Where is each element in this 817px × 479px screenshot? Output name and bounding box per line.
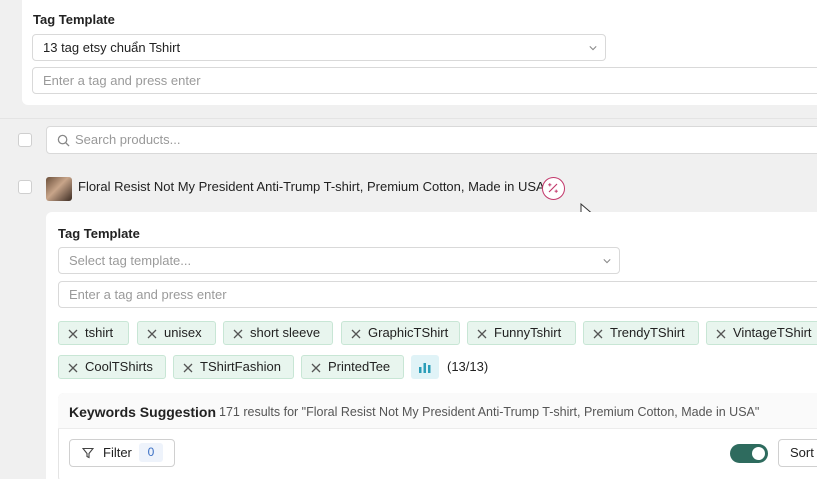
tag-chip[interactable]: PrintedTee [301, 355, 404, 379]
keywords-results-text: 171 results for "Floral Resist Not My Pr… [219, 405, 760, 419]
section-divider [0, 118, 817, 119]
product-checkbox[interactable] [18, 180, 32, 194]
sort-toggle[interactable] [730, 444, 768, 463]
product-tag-template-label: Tag Template [58, 226, 140, 241]
chevron-down-icon [589, 46, 597, 51]
search-input[interactable]: Search products... [46, 126, 817, 154]
toggle-knob [752, 447, 765, 460]
close-icon[interactable] [593, 329, 603, 339]
tag-chip[interactable]: CoolTShirts [58, 355, 166, 379]
close-icon[interactable] [68, 363, 78, 373]
close-icon[interactable] [716, 329, 726, 339]
tag-chip[interactable]: short sleeve [223, 321, 333, 345]
product-tag-input[interactable]: Enter a tag and press enter [58, 281, 817, 308]
close-icon[interactable] [233, 329, 243, 339]
close-icon[interactable] [147, 329, 157, 339]
filter-count-badge: 0 [139, 443, 163, 462]
magic-wand-icon [548, 183, 558, 193]
tag-chip[interactable]: unisex [137, 321, 216, 345]
funnel-icon [82, 447, 94, 459]
chevron-down-icon [603, 259, 611, 264]
tag-chip[interactable]: GraphicTShirt [341, 321, 460, 345]
tag-chip[interactable]: TShirtFashion [173, 355, 294, 379]
tag-stats-button[interactable] [411, 355, 439, 379]
tag-chip[interactable]: FunnyTshirt [467, 321, 576, 345]
close-icon[interactable] [183, 363, 193, 373]
product-tag-template-select[interactable]: Select tag template... [58, 247, 620, 274]
select-all-checkbox[interactable] [18, 133, 32, 147]
top-tag-template-label: Tag Template [33, 12, 115, 27]
top-tag-template-value: 13 tag etsy chuẩn Tshirt [43, 40, 181, 55]
top-tag-template-select[interactable]: 13 tag etsy chuẩn Tshirt [32, 34, 606, 61]
tag-chip[interactable]: TrendyTShirt [583, 321, 699, 345]
magic-wand-button[interactable] [542, 177, 565, 200]
product-thumbnail [46, 177, 72, 201]
top-tag-input[interactable]: Enter a tag and press enter [32, 67, 817, 94]
bar-chart-icon [419, 363, 431, 373]
close-icon[interactable] [311, 363, 321, 373]
tag-chip[interactable]: tshirt [58, 321, 129, 345]
keywords-suggestion-title: Keywords Suggestion [69, 404, 217, 420]
tag-count: (13/13) [447, 359, 489, 374]
close-icon[interactable] [477, 329, 487, 339]
close-icon[interactable] [68, 329, 78, 339]
product-title: Floral Resist Not My President Anti-Trum… [78, 179, 545, 194]
search-icon [57, 134, 70, 147]
close-icon[interactable] [351, 329, 361, 339]
tag-chip[interactable]: VintageTShirt [706, 321, 817, 345]
sort-button[interactable]: Sort [778, 439, 817, 467]
